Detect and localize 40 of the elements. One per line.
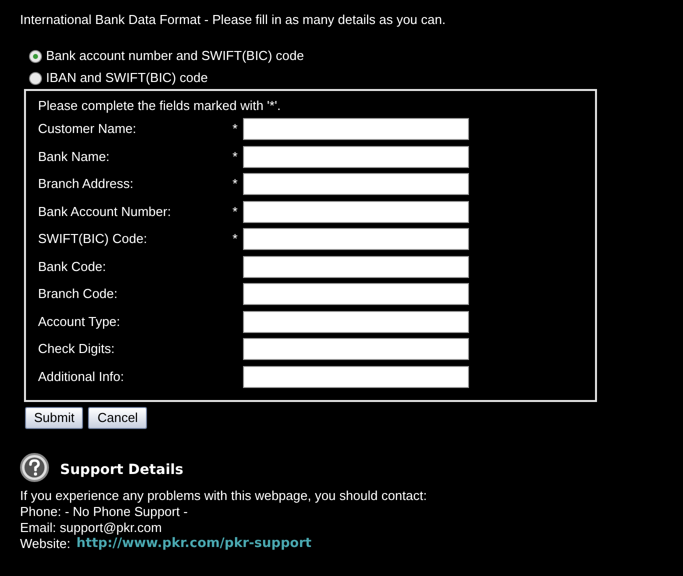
support-title: Support Details	[60, 460, 184, 480]
field-label: Bank Code:	[38, 258, 107, 276]
input-field[interactable]	[243, 256, 469, 278]
submit-button[interactable]: Submit	[25, 406, 84, 428]
website-link[interactable]: http://www.pkr.com/pkr-support	[76, 536, 312, 552]
field-label: Additional Info:	[38, 368, 126, 386]
help-icon	[20, 452, 49, 482]
instruction-text: Please complete the fields marked with '*'.	[38, 98, 282, 114]
radio-button[interactable]	[29, 72, 42, 84]
phone-text: Phone: - No Phone Support -	[20, 504, 189, 520]
required-mark: *	[232, 176, 238, 192]
radio-label: IBAN and SWIFT(BIC) code	[46, 69, 208, 87]
input-field[interactable]	[243, 228, 469, 250]
field-label: Branch Code:	[38, 285, 118, 304]
input-field[interactable]	[243, 283, 469, 305]
required-mark: *	[232, 204, 238, 219]
field-label: Bank Account Number:	[38, 202, 172, 221]
input-field[interactable]	[243, 146, 469, 168]
website-label: Website:	[20, 536, 70, 552]
radio-button[interactable]	[29, 50, 42, 62]
input-field[interactable]	[243, 338, 469, 360]
input-field[interactable]	[243, 118, 469, 140]
field-label: Customer Name:	[38, 120, 138, 138]
field-label: Branch Address:	[38, 175, 134, 194]
support-intro: If you experience any problems with this webpage, you should contact:	[20, 488, 428, 504]
input-field[interactable]	[243, 366, 469, 388]
page-heading: International Bank Data Format - Please fill in as many details as you can.	[20, 11, 447, 29]
field-label: Account Type:	[38, 312, 122, 331]
input-field[interactable]	[243, 200, 469, 222]
input-field[interactable]	[243, 173, 469, 195]
radio-label: Bank account number and SWIFT(BIC) code	[46, 47, 304, 65]
required-mark: *	[232, 148, 238, 164]
required-mark: *	[232, 121, 238, 136]
field-label: Check Digits:	[38, 340, 116, 358]
email-text: Email: support@pkr.com	[20, 520, 163, 536]
input-field[interactable]	[243, 310, 469, 332]
required-mark: *	[232, 231, 238, 246]
cancel-button[interactable]: Cancel	[88, 406, 147, 428]
field-label: SWIFT(BIC) Code:	[38, 230, 148, 248]
field-label: Bank Name:	[38, 148, 111, 166]
